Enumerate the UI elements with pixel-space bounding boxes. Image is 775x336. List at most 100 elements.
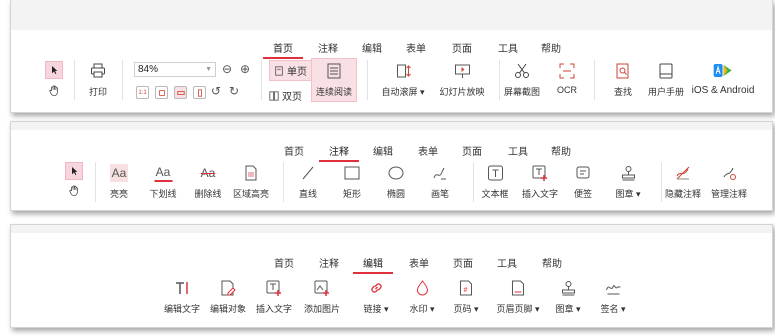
tab-edit[interactable]: 编辑 [353, 253, 393, 274]
textbox-button[interactable]: 文本框 [481, 164, 509, 200]
hand-icon [69, 185, 78, 196]
strikethrough-button[interactable]: Aa 删除线 [194, 164, 221, 200]
rotate-left-icon[interactable]: ↺ [211, 84, 221, 98]
rectangle-tool-button[interactable]: 矩形 [343, 164, 361, 200]
tab-help[interactable]: 帮助 [540, 253, 564, 273]
screenshot-button[interactable]: 屏幕截图 [504, 62, 540, 98]
tab-home[interactable]: 首页 [282, 141, 306, 161]
add-image-icon [313, 279, 331, 297]
print-button[interactable]: 打印 [89, 62, 107, 98]
user-manual-button[interactable]: 用户手册 [648, 62, 684, 98]
fit-visible-icon[interactable] [193, 86, 206, 99]
actual-size-icon[interactable]: 1:1 [136, 86, 149, 99]
area-highlight-button[interactable]: 区域高亮 [233, 164, 269, 200]
manage-annotations-label: 管理注释 [710, 189, 748, 199]
header-footer-button[interactable]: 页眉页脚 ▾ [496, 279, 540, 315]
underline-label: 下划线 [149, 189, 177, 199]
insert-text-button[interactable]: 插入文字 [256, 279, 292, 315]
edit-text-icon [173, 279, 191, 297]
strikethrough-label: 删除线 [194, 189, 222, 199]
tab-tools[interactable]: 工具 [506, 141, 530, 161]
edit-text-button[interactable]: 编辑文字 [164, 279, 200, 315]
tab-tools[interactable]: 工具 [496, 38, 520, 58]
zoom-select[interactable]: 84% ▼ [134, 62, 216, 77]
tab-edit[interactable]: 编辑 [371, 141, 395, 161]
pen-tool-button[interactable]: 画笔 [431, 164, 449, 200]
ellipse-tool-button[interactable]: 椭圆 [387, 164, 405, 200]
watermark-label: 水印 ▾ [409, 304, 435, 314]
fit-page-icon[interactable] [155, 86, 168, 99]
auto-scroll-button[interactable]: 自动滚屏 ▾ [381, 62, 425, 98]
add-image-button[interactable]: 添加图片 [304, 279, 340, 315]
zoom-out-button[interactable]: ⊖ [222, 62, 232, 76]
mobile-apps-button[interactable]: iOS & Android [692, 62, 754, 96]
divider [122, 60, 123, 100]
single-page-label: 单页 [287, 67, 307, 78]
find-button[interactable]: 查找 [614, 62, 632, 98]
page-number-button[interactable]: # 页码 ▾ [453, 279, 479, 315]
zoom-in-button[interactable]: ⊕ [240, 62, 250, 76]
double-page-label: 双页 [282, 92, 302, 103]
fit-width-icon[interactable] [174, 86, 187, 99]
sticky-note-label: 便签 [573, 189, 593, 199]
double-page-icon [269, 90, 279, 101]
ellipse-icon [387, 164, 405, 182]
line-tool-button[interactable]: 直线 [299, 164, 317, 200]
continuous-reading-button[interactable]: 连续阅读 [316, 62, 352, 98]
double-page-button[interactable]: 双页 [269, 88, 302, 103]
insert-text-button[interactable]: 插入文字 [522, 164, 558, 200]
tab-annotate[interactable]: 注释 [319, 141, 359, 162]
tab-annotate[interactable]: 注释 [317, 253, 341, 273]
stamp-icon [559, 279, 577, 297]
tab-form[interactable]: 表单 [407, 253, 431, 273]
tab-home[interactable]: 首页 [263, 38, 303, 59]
chevron-down-icon: ▼ [205, 66, 212, 73]
line-label: 直线 [298, 189, 318, 199]
manage-annotations-button[interactable]: 管理注释 [711, 164, 747, 200]
rotate-right-icon[interactable]: ↻ [229, 84, 239, 98]
annotate-ribbon-panel: 首页 注释 编辑 表单 页面 工具 帮助 Aa 亮亮 Aa 下划线 Aa 删除线… [10, 121, 773, 211]
highlight-button[interactable]: Aa 亮亮 [109, 164, 129, 200]
link-button[interactable]: 链接 ▾ [363, 279, 389, 315]
tab-page[interactable]: 页面 [460, 141, 484, 161]
ocr-button[interactable]: OCR [557, 62, 577, 95]
edit-object-button[interactable]: 编辑对象 [210, 279, 246, 315]
tab-tools[interactable]: 工具 [495, 253, 519, 273]
single-page-button[interactable]: 单页 [269, 60, 312, 81]
textbox-icon [486, 164, 504, 182]
line-icon [299, 164, 317, 182]
tab-help[interactable]: 帮助 [539, 38, 563, 58]
slideshow-icon [453, 62, 471, 80]
hand-tool-button[interactable] [48, 84, 61, 102]
ribbon-tabs: 首页 注释 编辑 表单 页面 工具 帮助 [11, 38, 772, 59]
hide-annotations-button[interactable]: 隐藏注释 [665, 164, 701, 200]
watermark-button[interactable]: 水印 ▾ [409, 279, 435, 315]
sticky-note-button[interactable]: 便签 [574, 164, 592, 200]
stamp-label: 图章 ▾ [615, 189, 641, 199]
tab-page[interactable]: 页面 [450, 38, 474, 58]
edit-object-icon [219, 279, 237, 297]
strikethrough-icon: Aa [200, 166, 216, 180]
select-tool-button[interactable] [65, 162, 83, 180]
slideshow-button[interactable]: 幻灯片放映 [439, 62, 485, 98]
svg-text:#: # [463, 287, 467, 294]
tab-form[interactable]: 表单 [416, 141, 440, 161]
underline-button[interactable]: Aa 下划线 [149, 164, 176, 200]
tab-help[interactable]: 帮助 [549, 141, 573, 161]
tab-form[interactable]: 表单 [404, 38, 428, 58]
tab-annotate[interactable]: 注释 [316, 38, 340, 58]
tab-home[interactable]: 首页 [272, 253, 296, 273]
watermark-icon [413, 279, 431, 297]
tab-page[interactable]: 页面 [451, 253, 475, 273]
highlight-label: 亮亮 [109, 189, 129, 199]
tab-edit[interactable]: 编辑 [360, 38, 384, 58]
stamp-label: 图章 ▾ [555, 304, 581, 314]
stamp-button[interactable]: 图章 ▾ [555, 279, 581, 315]
select-tool-button[interactable] [45, 61, 63, 79]
divider [95, 162, 96, 202]
signature-button[interactable]: 签名 ▾ [600, 279, 626, 315]
ellipse-label: 椭圆 [386, 189, 406, 199]
stamp-button[interactable]: 图章 ▾ [615, 164, 641, 200]
hand-tool-button[interactable] [68, 184, 81, 202]
divider [261, 60, 262, 100]
